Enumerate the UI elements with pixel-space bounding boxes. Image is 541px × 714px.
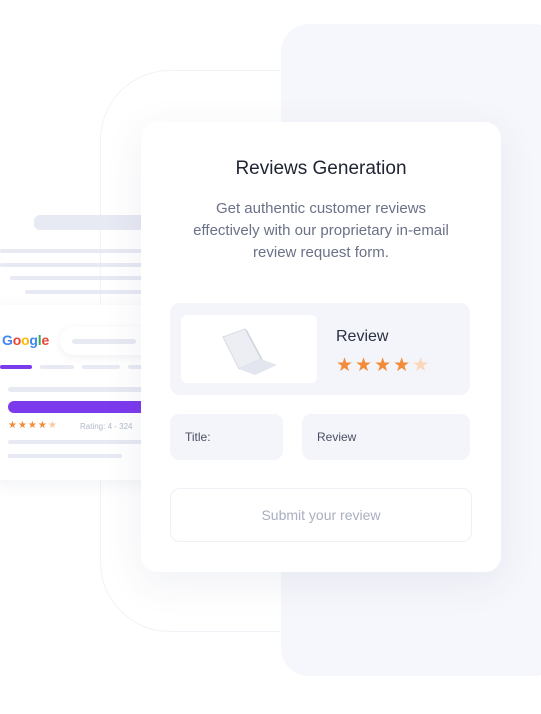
active-tab-indicator [0,365,32,369]
review-label: Review [336,328,389,345]
placeholder-line [0,249,160,253]
google-rating-stars: ★★★★★ [8,420,58,431]
placeholder-line [0,263,160,267]
review-preview: Review ★★★★★ [170,303,470,395]
review-field-label: Review [317,430,357,444]
card-title: Reviews Generation [235,158,407,179]
google-logo: Google [2,332,50,348]
submit-review-button[interactable]: Submit your review [170,488,472,542]
placeholder-line [8,387,158,392]
title-field-label: Title: [185,430,211,444]
placeholder-line [8,454,122,458]
product-image [181,315,317,383]
card-description: Get authentic customer reviews effective… [193,200,449,261]
placeholder-line [8,440,158,444]
result-highlight-bar [8,401,158,413]
rating-stars[interactable]: ★★★★★ [336,354,431,377]
reviews-card: Reviews Generation Get authentic custome… [141,122,501,572]
tab-line [82,365,120,369]
google-mock: Google ★★★★★ Rating: 4 - 324 [0,0,160,714]
placeholder-line [25,290,160,294]
review-field[interactable]: Review [302,414,470,460]
placeholder-line [10,276,160,280]
title-field[interactable]: Title: [170,414,283,460]
google-rating-text: Rating: 4 - 324 [80,422,133,431]
tab-line [40,365,74,369]
